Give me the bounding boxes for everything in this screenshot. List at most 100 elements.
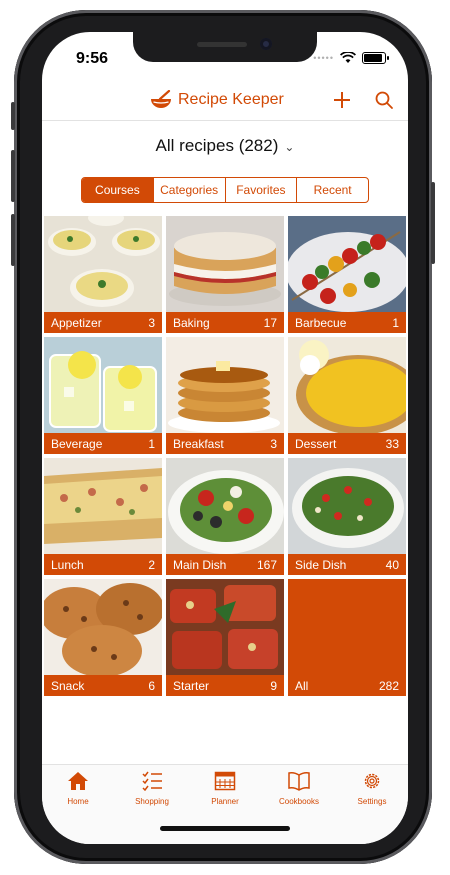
course-name: Baking bbox=[173, 315, 210, 330]
app-title-text: Recipe Keeper bbox=[178, 91, 284, 108]
beverage-photo bbox=[44, 337, 162, 433]
home-indicator bbox=[160, 826, 290, 831]
snack-photo bbox=[44, 579, 162, 675]
mute-switch bbox=[11, 102, 15, 130]
course-count: 17 bbox=[263, 315, 277, 330]
breakfast-photo bbox=[166, 337, 284, 433]
tab-label: Settings bbox=[357, 797, 387, 806]
course-tile-beverage[interactable]: Beverage 1 bbox=[44, 337, 162, 454]
course-name: Snack bbox=[51, 678, 85, 693]
bowl-icon bbox=[151, 90, 171, 108]
baking-photo bbox=[166, 216, 284, 312]
tab-label: Cookbooks bbox=[278, 797, 320, 806]
course-label-bar: Side Dish 40 bbox=[288, 554, 406, 575]
signal-dots-icon: ••••• bbox=[313, 53, 334, 63]
course-count: 40 bbox=[385, 557, 399, 572]
battery-level bbox=[364, 54, 382, 62]
status-time: 9:56 bbox=[76, 50, 109, 67]
dessert-photo bbox=[288, 337, 406, 433]
divider bbox=[42, 120, 408, 121]
camera bbox=[260, 38, 272, 50]
barbecue-photo bbox=[288, 216, 406, 312]
view-segmented-control: Courses Categories Favorites Recent bbox=[81, 177, 369, 203]
course-name: Breakfast bbox=[173, 436, 224, 451]
tab-home[interactable]: Home bbox=[45, 771, 111, 806]
chevron-down-icon: ⌄ bbox=[284, 140, 295, 154]
course-label-bar: All 282 bbox=[288, 675, 406, 696]
course-name: Side Dish bbox=[295, 557, 347, 572]
course-tile-dessert[interactable]: Dessert 33 bbox=[288, 337, 406, 454]
tab-label: Planner bbox=[211, 797, 239, 806]
course-tile-lunch[interactable]: Lunch 2 bbox=[44, 458, 162, 575]
course-label-bar: Breakfast 3 bbox=[166, 433, 284, 454]
main-dish-photo bbox=[166, 458, 284, 554]
tab-planner[interactable]: Planner bbox=[192, 771, 258, 806]
course-label-bar: Barbecue 1 bbox=[288, 312, 406, 333]
course-name: Main Dish bbox=[173, 557, 227, 572]
tab-shopping[interactable]: Shopping bbox=[119, 771, 185, 806]
course-tile-starter[interactable]: Starter 9 bbox=[166, 579, 284, 696]
course-tile-breakfast[interactable]: Breakfast 3 bbox=[166, 337, 284, 454]
course-count: 3 bbox=[270, 436, 277, 451]
course-count: 9 bbox=[270, 678, 277, 693]
course-count: 2 bbox=[148, 557, 155, 572]
course-tile-all[interactable]: All 282 bbox=[288, 579, 406, 696]
course-label-bar: Snack 6 bbox=[44, 675, 162, 696]
search-icon[interactable] bbox=[372, 88, 396, 112]
recipe-filter-dropdown[interactable]: All recipes (282) ⌄ bbox=[42, 136, 408, 156]
course-count: 33 bbox=[385, 436, 399, 451]
starter-photo bbox=[166, 579, 284, 675]
course-count: 167 bbox=[256, 557, 277, 572]
battery-icon bbox=[362, 52, 389, 64]
course-tile-appetizer[interactable]: Appetizer 3 bbox=[44, 216, 162, 333]
course-name: Dessert bbox=[295, 436, 337, 451]
courses-grid: Appetizer 3 Baking 17 Barbecue 1 Beverag… bbox=[44, 216, 406, 696]
speaker bbox=[197, 42, 247, 47]
segment-recent[interactable]: Recent bbox=[296, 178, 368, 202]
course-tile-baking[interactable]: Baking 17 bbox=[166, 216, 284, 333]
volume-down-button bbox=[11, 214, 15, 266]
lunch-photo bbox=[44, 458, 162, 554]
course-name: Starter bbox=[173, 678, 210, 693]
book-icon bbox=[288, 772, 310, 791]
calendar-icon bbox=[214, 771, 236, 791]
checklist-icon bbox=[142, 771, 162, 791]
course-name: Beverage bbox=[51, 436, 103, 451]
course-tile-barbecue[interactable]: Barbecue 1 bbox=[288, 216, 406, 333]
side-dish-photo bbox=[288, 458, 406, 554]
course-label-bar: Dessert 33 bbox=[288, 433, 406, 454]
screen: 9:56 ••••• Recipe Keeper All recipes (28… bbox=[42, 32, 408, 844]
course-label-bar: Baking 17 bbox=[166, 312, 284, 333]
course-label-bar: Starter 9 bbox=[166, 675, 284, 696]
course-count: 1 bbox=[392, 315, 399, 330]
course-count: 282 bbox=[378, 678, 399, 693]
course-tile-main-dish[interactable]: Main Dish 167 bbox=[166, 458, 284, 575]
volume-up-button bbox=[11, 150, 15, 202]
tab-label: Shopping bbox=[135, 797, 169, 806]
tab-settings[interactable]: Settings bbox=[339, 771, 405, 806]
tab-cookbooks[interactable]: Cookbooks bbox=[266, 771, 332, 806]
segment-categories[interactable]: Categories bbox=[152, 178, 225, 202]
course-name: Barbecue bbox=[295, 315, 347, 330]
course-tile-snack[interactable]: Snack 6 bbox=[44, 579, 162, 696]
appetizer-photo bbox=[44, 216, 162, 312]
notch bbox=[133, 32, 317, 62]
course-tile-side-dish[interactable]: Side Dish 40 bbox=[288, 458, 406, 575]
gear-icon bbox=[364, 773, 380, 789]
app-title: Recipe Keeper bbox=[150, 90, 284, 110]
tab-label: Home bbox=[67, 797, 89, 806]
home-icon bbox=[68, 772, 88, 790]
tab-bar: Home Shopping Planner Cookbooks Settings bbox=[42, 764, 408, 844]
segment-courses[interactable]: Courses bbox=[82, 178, 153, 202]
navigation-bar: Recipe Keeper bbox=[42, 82, 408, 120]
segment-favorites[interactable]: Favorites bbox=[224, 178, 297, 202]
status-icons: ••••• bbox=[313, 52, 389, 64]
course-label-bar: Appetizer 3 bbox=[44, 312, 162, 333]
course-count: 3 bbox=[148, 315, 155, 330]
course-label-bar: Lunch 2 bbox=[44, 554, 162, 575]
course-label-bar: Beverage 1 bbox=[44, 433, 162, 454]
course-count: 6 bbox=[148, 678, 155, 693]
wifi-icon bbox=[340, 52, 356, 63]
plus-icon[interactable] bbox=[330, 88, 354, 112]
course-count: 1 bbox=[148, 436, 155, 451]
